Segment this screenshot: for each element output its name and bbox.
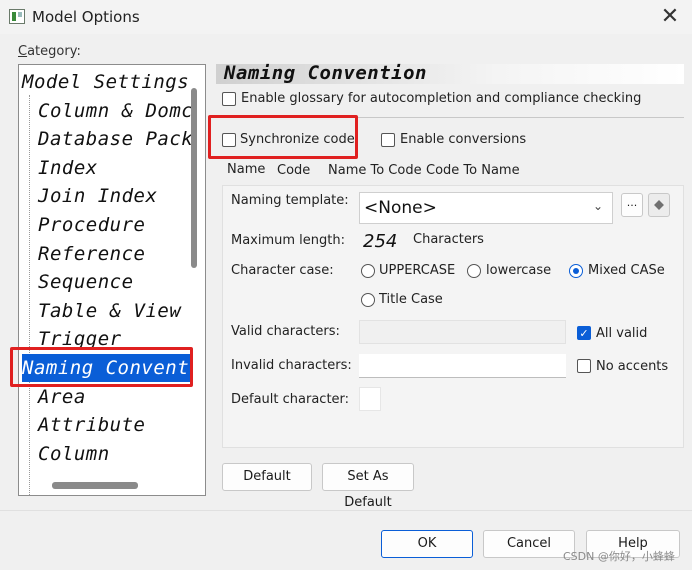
maximum-length-field[interactable]: 254: [359, 230, 405, 254]
naming-template-properties-button[interactable]: [648, 193, 670, 217]
maximum-length-value: 254: [363, 231, 398, 252]
default-character-label: Default character:: [231, 392, 350, 407]
default-character-field[interactable]: [359, 387, 381, 411]
watermark: CSDN @你好，小蜂蜂: [563, 550, 675, 563]
tree-item[interactable]: Table & View: [38, 297, 185, 325]
default-button[interactable]: Default: [222, 463, 312, 491]
naming-template-browse-button[interactable]: ...: [621, 193, 643, 217]
tree-item[interactable]: Sequence: [38, 268, 138, 296]
category-label-text: ategory:: [27, 44, 81, 59]
app-icon: [9, 9, 25, 24]
naming-template-value: <None>: [364, 198, 437, 218]
tree-item[interactable]: Column: [38, 440, 114, 468]
no-accents-checkbox[interactable]: [577, 359, 591, 373]
all-valid-checkbox[interactable]: ✓: [577, 326, 591, 340]
tab-name-to-code[interactable]: Name To Code: [328, 163, 422, 178]
synchronize-code-label: Synchronize code: [240, 132, 355, 147]
naming-template-select[interactable]: <None> ⌄: [359, 192, 613, 224]
tree-connector-line: [29, 95, 31, 495]
highlight-box-naming-convention: [10, 347, 193, 387]
glossary-checkbox[interactable]: [222, 92, 236, 106]
valid-characters-field[interactable]: [359, 320, 566, 344]
tab-name[interactable]: Name: [227, 162, 265, 177]
tree-item[interactable]: Procedure: [38, 211, 149, 239]
ok-button[interactable]: OK: [381, 530, 473, 558]
glossary-label: Enable glossary for autocompletion and c…: [241, 91, 642, 106]
maximum-length-label: Maximum length:: [231, 233, 346, 248]
tab-code-to-name[interactable]: Code To Name: [426, 163, 520, 178]
lowercase-label: lowercase: [486, 263, 552, 278]
tree-item[interactable]: Column & Domc: [38, 97, 197, 125]
title-case-label: Title Case: [379, 292, 443, 307]
tree-item[interactable]: Reference: [38, 240, 149, 268]
category-label: Category:: [18, 44, 81, 59]
tree-item[interactable]: Attribute: [38, 411, 149, 439]
mixed-case-label: Mixed CASe: [588, 263, 665, 278]
invalid-characters-field[interactable]: [359, 354, 566, 378]
tree-horizontal-scrollbar[interactable]: [52, 482, 138, 489]
tab-panel: [222, 185, 684, 448]
character-case-label: Character case:: [231, 263, 334, 278]
tree-item[interactable]: Database Pack: [38, 125, 197, 153]
synchronize-code-checkbox[interactable]: [222, 133, 236, 147]
all-valid-label: All valid: [596, 326, 648, 341]
cancel-button[interactable]: Cancel: [483, 530, 575, 558]
properties-icon: [654, 200, 664, 210]
window-title: Model Options: [32, 8, 140, 26]
footer-divider: [0, 510, 692, 511]
no-accents-label: No accents: [596, 359, 669, 374]
invalid-characters-label: Invalid characters:: [231, 358, 352, 373]
category-tree[interactable]: Model Settings Column & Domc Database Pack…: [18, 64, 206, 496]
tab-code[interactable]: Code: [277, 163, 310, 178]
tree-item[interactable]: Join Index: [38, 182, 161, 210]
set-as-default-button[interactable]: Set As Default: [322, 463, 414, 510]
tree-item[interactable]: Model Settings: [22, 68, 193, 96]
radio-lowercase[interactable]: [467, 264, 481, 278]
valid-characters-label: Valid characters:: [231, 324, 340, 339]
uppercase-label: UPPERCASE: [379, 263, 456, 278]
tree-vertical-scrollbar[interactable]: [191, 88, 197, 268]
panel-heading: Naming Convention: [224, 62, 427, 84]
enable-conversions-checkbox[interactable]: [381, 133, 395, 147]
radio-uppercase[interactable]: [361, 264, 375, 278]
chevron-down-icon: ⌄: [593, 199, 604, 213]
tree-item[interactable]: Index: [38, 154, 102, 182]
radio-title-case[interactable]: [361, 293, 375, 307]
radio-mixed-case[interactable]: [569, 264, 583, 278]
enable-conversions-label: Enable conversions: [400, 132, 527, 147]
characters-label: Characters: [413, 232, 484, 247]
close-icon[interactable]: ✕: [655, 3, 685, 31]
naming-template-label: Naming template:: [231, 193, 349, 208]
